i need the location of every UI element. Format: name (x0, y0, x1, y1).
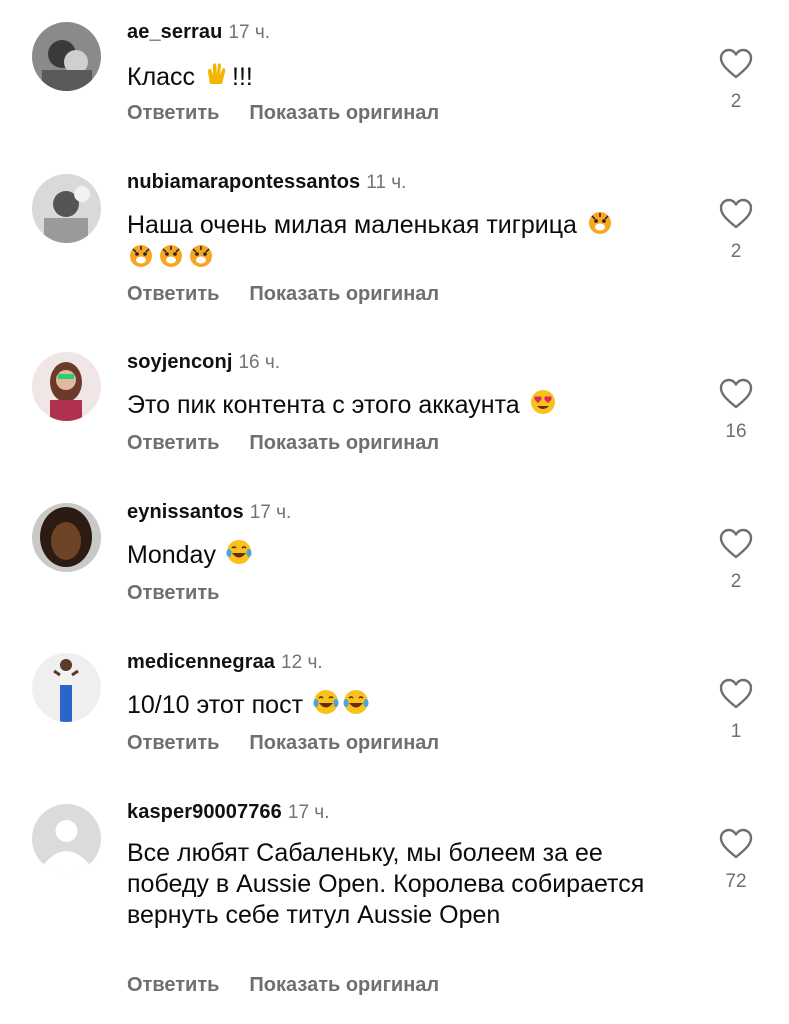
username[interactable]: medicennegraa (127, 651, 275, 673)
username[interactable]: ae_serrau (127, 21, 222, 43)
timestamp: 11 ч. (366, 172, 407, 193)
reply-button[interactable]: Ответить (127, 102, 219, 125)
heart-icon[interactable] (719, 198, 753, 229)
tiger-face-icon (187, 241, 215, 269)
reply-button[interactable]: Ответить (127, 582, 219, 605)
timestamp: 17 ч. (287, 802, 330, 823)
heart-icon[interactable] (719, 828, 753, 859)
comment-body: Все любят Сабаленьку, мы болеем за ее по… (127, 839, 645, 929)
comment-actions: Ответить Показать оригинал (127, 283, 469, 306)
like-count: 2 (730, 241, 742, 262)
reply-button[interactable]: Ответить (127, 283, 219, 306)
like-count: 1 (730, 721, 742, 742)
comment-meta: nubiamarapontessantos 11 ч. (127, 170, 406, 195)
username[interactable]: eynissantos (127, 501, 244, 523)
comment-meta: medicennegraa 12 ч. (127, 650, 323, 675)
comment-text: Все любят Сабаленьку, мы болеем за ее по… (127, 838, 657, 931)
comment-body: Это пик контента с этого аккаунта (127, 391, 520, 419)
heart-icon[interactable] (719, 678, 753, 709)
heart-icon[interactable] (719, 48, 753, 79)
timestamp: 12 ч. (281, 652, 323, 673)
avatar[interactable] (32, 352, 101, 421)
like-count: 2 (730, 91, 742, 112)
heart-eyes-icon (529, 388, 557, 416)
tiger-face-icon (157, 241, 185, 269)
comment-body: Наша очень милая маленькая тигрица (127, 211, 577, 239)
like-count: 72 (725, 871, 747, 892)
tears-of-joy-icon (342, 688, 370, 716)
comment-actions: Ответить (127, 582, 249, 605)
like-area: 16 (716, 378, 756, 443)
tears-of-joy-icon (312, 688, 340, 716)
timestamp: 17 ч. (228, 22, 271, 43)
timestamp: 16 ч. (238, 352, 281, 373)
timestamp: 17 ч. (249, 502, 292, 523)
comment-meta: ae_serrau 17 ч. (127, 20, 270, 45)
comment-text: Наша очень милая маленькая тигрица (127, 208, 687, 274)
comment-text: Monday (127, 538, 687, 571)
avatar[interactable] (32, 653, 101, 722)
heart-icon[interactable] (719, 378, 753, 409)
comment-text: Это пик контента с этого аккаунта (127, 388, 687, 421)
comment-actions: Ответить Показать оригинал (127, 732, 469, 755)
like-area: 72 (716, 828, 756, 893)
tiger-face-icon (127, 241, 155, 269)
show-original-button[interactable]: Показать оригинал (249, 432, 439, 455)
username[interactable]: kasper90007766 (127, 801, 282, 823)
tiger-face-icon (586, 208, 614, 236)
comment-actions: Ответить Показать оригинал (127, 102, 469, 125)
reply-button[interactable]: Ответить (127, 432, 219, 455)
comment-actions: Ответить Показать оригинал (127, 974, 469, 997)
comment-body: Monday (127, 541, 216, 569)
avatar[interactable] (32, 22, 101, 91)
comment-text: Класс !!! (127, 60, 687, 93)
comment-meta: eynissantos 17 ч. (127, 500, 291, 525)
avatar[interactable] (32, 174, 101, 243)
comment-text: 10/10 этот пост (127, 688, 687, 721)
username[interactable]: nubiamarapontessantos (127, 171, 360, 193)
reply-button[interactable]: Ответить (127, 974, 219, 997)
avatar[interactable] (32, 503, 101, 572)
heart-icon[interactable] (719, 528, 753, 559)
comment-actions: Ответить Показать оригинал (127, 432, 469, 455)
comment-meta: soyjenconj 16 ч. (127, 350, 280, 375)
like-count: 16 (725, 421, 747, 442)
avatar[interactable] (32, 804, 101, 873)
like-area: 1 (716, 678, 756, 743)
like-count: 2 (730, 571, 742, 592)
like-area: 2 (716, 48, 756, 113)
show-original-button[interactable]: Показать оригинал (249, 732, 439, 755)
show-original-button[interactable]: Показать оригинал (249, 102, 439, 125)
like-area: 2 (716, 528, 756, 593)
comment-meta: kasper90007766 17 ч. (127, 800, 329, 825)
like-area: 2 (716, 198, 756, 263)
comment-body: Класс (127, 63, 196, 91)
tears-of-joy-icon (225, 538, 253, 566)
reply-button[interactable]: Ответить (127, 732, 219, 755)
comment-body: 10/10 этот пост (127, 691, 304, 719)
username[interactable]: soyjenconj (127, 351, 232, 373)
raised-hands-icon (204, 60, 232, 88)
show-original-button[interactable]: Показать оригинал (249, 283, 439, 306)
comment-body-suffix: !!! (232, 63, 253, 91)
show-original-button[interactable]: Показать оригинал (249, 974, 439, 997)
